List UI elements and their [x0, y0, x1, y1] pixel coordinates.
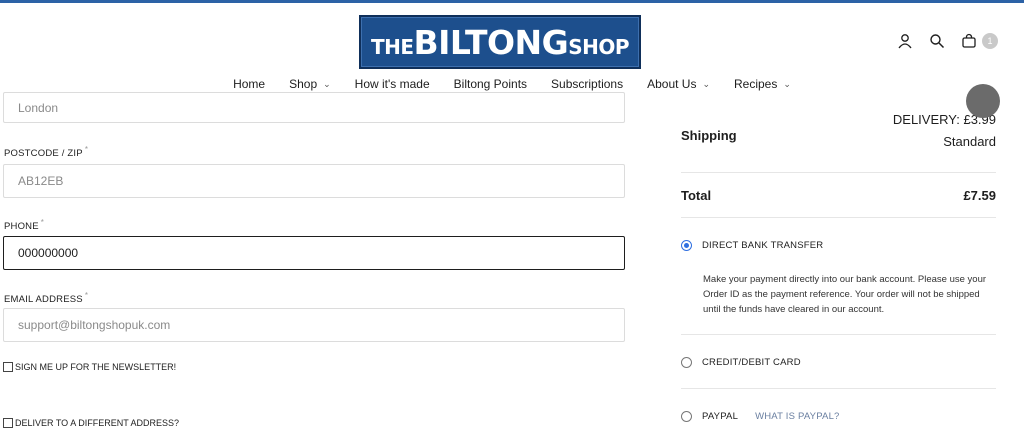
shipping-label: Shipping	[681, 128, 737, 143]
divider	[681, 388, 996, 389]
site-logo[interactable]: THEBILTONGSHOP	[359, 15, 641, 69]
divider	[681, 172, 996, 173]
nav-item-about-us[interactable]: About Us ⌄	[635, 77, 722, 91]
main-nav: Home Shop ⌄ How it's made Biltong Points …	[0, 77, 1024, 91]
header-actions: 1	[896, 32, 998, 50]
chevron-down-icon: ⌄	[323, 78, 331, 89]
payment-option-bank-transfer[interactable]: DIRECT BANK TRANSFER	[681, 240, 823, 251]
shipping-method: Standard	[943, 134, 996, 149]
newsletter-checkbox-row[interactable]: SIGN ME UP FOR THE NEWSLETTER!	[3, 362, 176, 372]
postcode-field[interactable]: AB12EB	[3, 164, 625, 198]
nav-item-subscriptions[interactable]: Subscriptions	[539, 77, 635, 91]
nav-item-how-its-made[interactable]: How it's made	[343, 77, 442, 91]
chat-widget-icon[interactable]	[966, 84, 1000, 118]
postcode-label: POSTCODE / ZIP *	[4, 145, 89, 160]
divider	[681, 217, 996, 218]
phone-label: PHONE *	[4, 218, 45, 233]
different-address-checkbox[interactable]	[3, 418, 13, 428]
chevron-down-icon: ⌄	[783, 78, 791, 89]
nav-item-recipes[interactable]: Recipes ⌄	[722, 77, 803, 91]
radio-icon[interactable]	[681, 357, 692, 368]
city-field[interactable]: London	[3, 92, 625, 123]
email-label: EMAIL ADDRESS *	[4, 291, 89, 306]
logo-text: THEBILTONGSHOP	[370, 22, 630, 62]
nav-item-biltong-points[interactable]: Biltong Points	[442, 77, 539, 91]
user-icon[interactable]	[896, 32, 914, 50]
payment-option-paypal[interactable]: PAYPAL WHAT IS PAYPAL?	[681, 411, 840, 422]
payment-option-card[interactable]: CREDIT/DEBIT CARD	[681, 357, 801, 368]
top-accent-bar	[0, 0, 1024, 3]
total-value: £7.59	[963, 188, 996, 203]
what-is-paypal-link[interactable]: WHAT IS PAYPAL?	[755, 411, 839, 422]
search-icon[interactable]	[928, 32, 946, 50]
nav-item-shop[interactable]: Shop ⌄	[277, 77, 343, 91]
cart-icon	[960, 32, 978, 50]
newsletter-checkbox[interactable]	[3, 362, 13, 372]
radio-selected-icon[interactable]	[681, 240, 692, 251]
phone-field[interactable]: 000000000	[3, 236, 625, 270]
different-address-checkbox-row[interactable]: DELIVER TO A DIFFERENT ADDRESS?	[3, 418, 179, 428]
nav-item-home[interactable]: Home	[221, 77, 277, 91]
chevron-down-icon: ⌄	[702, 78, 710, 89]
total-label: Total	[681, 188, 712, 203]
divider	[681, 334, 996, 335]
bank-transfer-description: Make your payment directly into our bank…	[703, 274, 987, 315]
radio-icon[interactable]	[681, 411, 692, 422]
cart-button[interactable]: 1	[960, 32, 998, 50]
email-field[interactable]: support@biltongshopuk.com	[3, 308, 625, 342]
cart-count-badge: 1	[982, 33, 998, 49]
